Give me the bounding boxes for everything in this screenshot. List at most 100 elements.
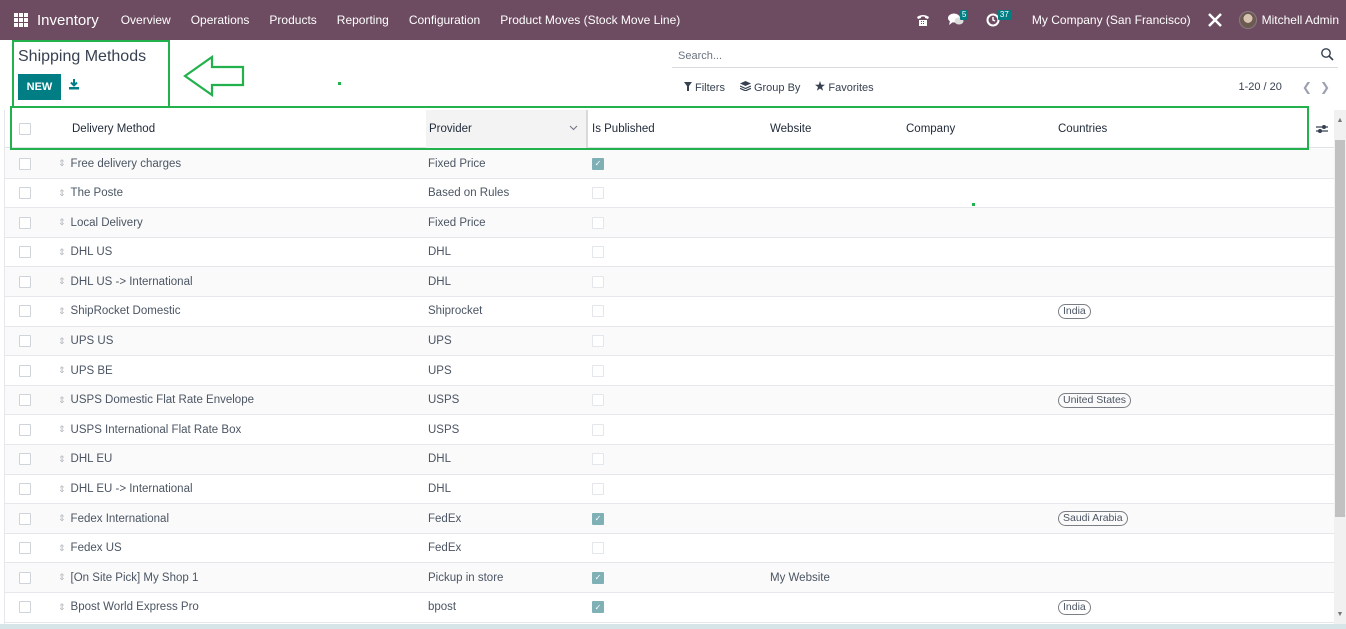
table-row[interactable]: ⇕ The Poste Based on Rules	[5, 178, 1334, 209]
countries-cell[interactable]	[1058, 475, 1258, 504]
company-cell[interactable]	[906, 208, 1046, 237]
countries-cell[interactable]	[1058, 267, 1258, 296]
drag-handle-icon[interactable]: ⇕	[58, 365, 66, 376]
search-input[interactable]	[672, 46, 1292, 66]
table-row[interactable]: ⇕ [On Site Pick] My Shop 1 Pickup in store…	[5, 563, 1334, 593]
column-provider[interactable]: Provider	[426, 110, 588, 148]
delivery-method-cell[interactable]: ⇕ DHL US	[58, 238, 418, 267]
menu-operations[interactable]: Operations	[181, 13, 260, 27]
drag-handle-icon[interactable]: ⇕	[58, 454, 66, 465]
column-company[interactable]: Company	[906, 110, 1046, 148]
countries-cell[interactable]	[1058, 179, 1258, 208]
pager-next-icon[interactable]: ❯	[1320, 80, 1330, 94]
new-button[interactable]: NEW	[18, 74, 61, 100]
menu-product-moves[interactable]: Product Moves (Stock Move Line)	[490, 13, 690, 27]
countries-cell[interactable]	[1058, 327, 1258, 356]
is-published-checkbox[interactable]	[592, 246, 604, 259]
scroll-down-icon[interactable]: ▼	[1334, 608, 1346, 620]
countries-cell[interactable]: India	[1058, 593, 1258, 622]
is-published-checkbox[interactable]	[592, 187, 604, 200]
table-row[interactable]: ⇕ DHL EU -> International DHL	[5, 474, 1334, 505]
countries-cell[interactable]	[1058, 208, 1258, 237]
provider-cell[interactable]: DHL	[428, 267, 588, 296]
company-cell[interactable]	[906, 475, 1046, 504]
website-cell[interactable]	[770, 356, 900, 385]
is-published-checkbox[interactable]	[592, 453, 604, 466]
table-row[interactable]: ⇕ Fedex International FedEx ✓ Saudi Arabia	[5, 504, 1334, 534]
activities-icon[interactable]: 37	[986, 0, 1011, 40]
drag-handle-icon[interactable]: ⇕	[58, 188, 66, 199]
is-published-checkbox[interactable]	[592, 394, 604, 407]
is-published-checkbox[interactable]	[592, 305, 604, 318]
website-cell[interactable]	[770, 179, 900, 208]
website-cell[interactable]	[770, 149, 900, 178]
drag-handle-icon[interactable]: ⇕	[58, 276, 66, 287]
table-row[interactable]: ⇕ DHL US DHL	[5, 237, 1334, 268]
countries-cell[interactable]	[1058, 563, 1258, 592]
company-cell[interactable]	[906, 327, 1046, 356]
search-icon[interactable]	[1320, 47, 1334, 61]
delivery-method-cell[interactable]: ⇕ Fedex US	[58, 534, 418, 563]
provider-cell[interactable]: DHL	[428, 238, 588, 267]
is-published-checkbox[interactable]	[592, 335, 604, 348]
company-cell[interactable]	[906, 563, 1046, 592]
provider-cell[interactable]: USPS	[428, 386, 588, 415]
select-all-checkbox[interactable]	[19, 123, 31, 135]
table-row[interactable]: ⇕ Free delivery charges Fixed Price ✓	[5, 149, 1334, 179]
website-cell[interactable]	[770, 208, 900, 237]
table-row[interactable]: ⇕ ShipRocket Domestic Shiprocket India	[5, 296, 1334, 327]
is-published-checkbox[interactable]	[592, 364, 604, 377]
delivery-method-cell[interactable]: ⇕ USPS Domestic Flat Rate Envelope	[58, 386, 418, 415]
delivery-method-cell[interactable]: ⇕ Local Delivery	[58, 208, 418, 237]
provider-cell[interactable]: Pickup in store	[428, 563, 588, 592]
user-menu[interactable]: Mitchell Admin	[1238, 11, 1339, 29]
delivery-method-cell[interactable]: ⇕ Fedex International	[58, 504, 418, 533]
provider-cell[interactable]: DHL	[428, 475, 588, 504]
is-published-checkbox[interactable]: ✓	[592, 157, 604, 170]
row-checkbox[interactable]	[19, 453, 31, 466]
delivery-method-cell[interactable]: ⇕ Free delivery charges	[58, 149, 418, 178]
scrollbar-thumb[interactable]	[1335, 140, 1345, 517]
website-cell[interactable]	[770, 593, 900, 622]
drag-handle-icon[interactable]: ⇕	[58, 602, 66, 613]
provider-cell[interactable]: FedEx	[428, 504, 588, 533]
company-cell[interactable]	[906, 504, 1046, 533]
drag-handle-icon[interactable]: ⇕	[58, 217, 66, 228]
is-published-checkbox[interactable]	[592, 483, 604, 496]
menu-overview[interactable]: Overview	[111, 13, 181, 27]
download-icon[interactable]	[68, 78, 82, 94]
menu-products[interactable]: Products	[259, 13, 326, 27]
company-cell[interactable]	[906, 356, 1046, 385]
drag-handle-icon[interactable]: ⇕	[58, 395, 66, 406]
company-cell[interactable]	[906, 386, 1046, 415]
company-cell[interactable]	[906, 267, 1046, 296]
countries-cell[interactable]	[1058, 356, 1258, 385]
row-checkbox[interactable]	[19, 216, 31, 229]
row-checkbox[interactable]	[19, 512, 31, 525]
website-cell[interactable]	[770, 386, 900, 415]
website-cell[interactable]: My Website	[770, 563, 900, 592]
row-checkbox[interactable]	[19, 335, 31, 348]
phone-icon[interactable]	[916, 0, 930, 40]
table-row[interactable]: ⇕ Fedex US FedEx	[5, 533, 1334, 564]
website-cell[interactable]	[770, 534, 900, 563]
is-published-checkbox[interactable]	[592, 423, 604, 436]
company-cell[interactable]	[906, 593, 1046, 622]
row-checkbox[interactable]	[19, 364, 31, 377]
delivery-method-cell[interactable]: ⇕ ShipRocket Domestic	[58, 297, 418, 326]
group-by-button[interactable]: Group By	[739, 81, 800, 94]
delivery-method-cell[interactable]: ⇕ UPS BE	[58, 356, 418, 385]
countries-cell[interactable]	[1058, 238, 1258, 267]
provider-cell[interactable]: UPS	[428, 327, 588, 356]
row-checkbox[interactable]	[19, 601, 31, 614]
table-row[interactable]: ⇕ USPS Domestic Flat Rate Envelope USPS Uni…	[5, 385, 1334, 416]
delivery-method-cell[interactable]: ⇕ [On Site Pick] My Shop 1	[58, 563, 418, 592]
row-checkbox[interactable]	[19, 157, 31, 170]
drag-handle-icon[interactable]: ⇕	[58, 247, 66, 258]
messages-icon[interactable]: 5	[947, 0, 969, 40]
pager-previous-icon[interactable]: ❮	[1302, 80, 1312, 94]
row-checkbox[interactable]	[19, 275, 31, 288]
debug-tools-icon[interactable]	[1207, 0, 1223, 40]
provider-cell[interactable]: Shiprocket	[428, 297, 588, 326]
row-checkbox[interactable]	[19, 305, 31, 318]
